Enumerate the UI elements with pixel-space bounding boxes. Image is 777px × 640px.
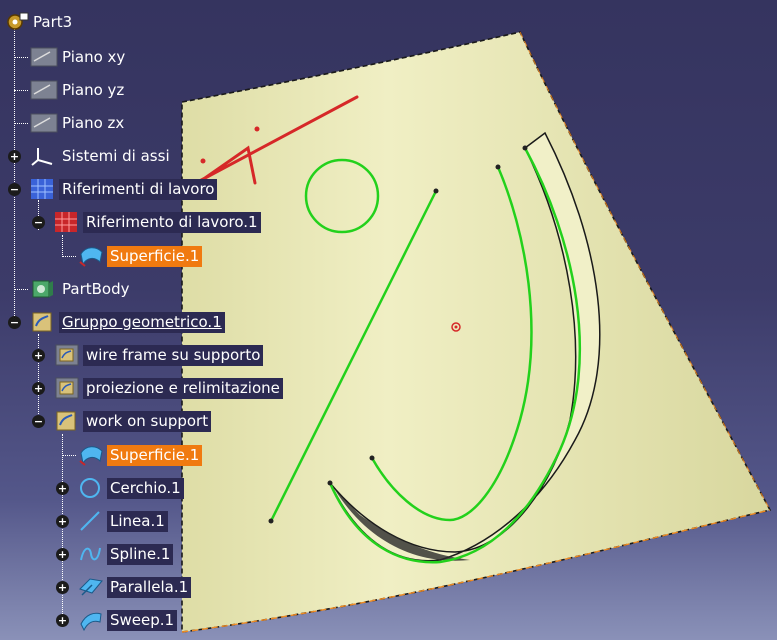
expand-toggle[interactable]: + bbox=[56, 614, 69, 627]
part-body-icon bbox=[30, 277, 56, 301]
tree-connector bbox=[14, 28, 15, 320]
plane-icon bbox=[30, 111, 58, 135]
tree-item-label: Superficie.1 bbox=[107, 444, 203, 466]
origin-marker-dot bbox=[454, 325, 458, 329]
tree-item-riferimenti-di-lavoro[interactable]: Riferimenti di lavoro bbox=[30, 177, 218, 201]
tree-item-label: Riferimento di lavoro.1 bbox=[83, 211, 261, 233]
work-grid-icon bbox=[54, 210, 80, 234]
tree-item-label: PartBody bbox=[62, 279, 130, 298]
tree-connector bbox=[14, 289, 28, 290]
point-marker bbox=[522, 145, 528, 151]
tree-item-label: Sistemi di assi bbox=[62, 146, 170, 165]
tree-connector bbox=[14, 57, 28, 58]
plane-icon bbox=[30, 45, 58, 69]
tree-connector bbox=[62, 455, 76, 456]
tree-item-cerchio-1[interactable]: Cerchio.1 bbox=[78, 476, 184, 500]
tree-connector bbox=[14, 90, 28, 91]
tree-item-superficie-1-ref[interactable]: Superficie.1 bbox=[78, 244, 203, 268]
tree-item-label: Piano zx bbox=[62, 113, 125, 132]
tree-item-label: work on support bbox=[83, 410, 212, 432]
expand-toggle[interactable]: + bbox=[8, 150, 21, 163]
surface-icon bbox=[78, 443, 104, 467]
tree-item-label: Parallela.1 bbox=[107, 576, 192, 598]
point-marker bbox=[369, 455, 375, 461]
work-references-icon bbox=[30, 177, 56, 201]
tree-item-label: Piano xy bbox=[62, 47, 126, 66]
point-marker bbox=[327, 480, 333, 486]
expand-toggle[interactable]: + bbox=[56, 515, 69, 528]
tree-item-sweep-1[interactable]: Sweep.1 bbox=[78, 608, 178, 632]
tree-item-piano-xy[interactable]: Piano xy bbox=[30, 45, 128, 69]
geometrical-set-icon bbox=[54, 409, 80, 433]
specification-tree: Part3 Piano xy Piano yz Piano zx + Siste… bbox=[0, 0, 300, 640]
tree-item-label: Superficie.1 bbox=[107, 245, 203, 267]
tree-item-parallela-1[interactable]: Parallela.1 bbox=[78, 575, 192, 599]
tree-item-piano-zx[interactable]: Piano zx bbox=[30, 111, 127, 135]
expand-toggle[interactable]: + bbox=[56, 548, 69, 561]
tree-item-linea-1[interactable]: Linea.1 bbox=[78, 509, 168, 533]
tree-root-label: Part3 bbox=[33, 12, 73, 31]
tree-item-label: Riferimenti di lavoro bbox=[59, 178, 218, 200]
tree-item-label: Linea.1 bbox=[107, 510, 168, 532]
point-marker bbox=[495, 164, 501, 170]
tree-item-work-on-support[interactable]: work on support bbox=[54, 409, 212, 433]
collapse-toggle[interactable]: − bbox=[8, 183, 21, 196]
tree-item-label: Cerchio.1 bbox=[107, 477, 184, 499]
expand-toggle[interactable]: + bbox=[32, 382, 45, 395]
tree-item-riferimento-di-lavoro-1[interactable]: Riferimento di lavoro.1 bbox=[54, 210, 261, 234]
tree-item-sistemi-di-assi[interactable]: Sistemi di assi bbox=[30, 144, 173, 168]
geometrical-set-icon bbox=[30, 310, 56, 334]
geometrical-set-icon bbox=[54, 376, 80, 400]
tree-item-superficie-1[interactable]: Superficie.1 bbox=[78, 443, 203, 467]
expand-toggle[interactable]: + bbox=[56, 482, 69, 495]
tree-item-partbody[interactable]: PartBody bbox=[30, 277, 132, 301]
tree-item-label: proiezione e relimitazione bbox=[83, 377, 283, 399]
part-icon bbox=[4, 10, 30, 34]
tree-root[interactable]: Part3 bbox=[4, 10, 75, 34]
tree-item-wire-frame-su-supporto[interactable]: wire frame su supporto bbox=[54, 343, 264, 367]
spline-icon bbox=[78, 542, 104, 566]
tree-item-proiezione-e-relimitazione[interactable]: proiezione e relimitazione bbox=[54, 376, 283, 400]
axis-system-icon bbox=[30, 144, 56, 168]
collapse-toggle[interactable]: − bbox=[8, 316, 21, 329]
tree-item-gruppo-geometrico-1[interactable]: Gruppo geometrico.1 bbox=[30, 310, 225, 334]
tree-item-label: Sweep.1 bbox=[107, 609, 178, 631]
tree-item-label: Spline.1 bbox=[107, 543, 174, 565]
tree-item-piano-yz[interactable]: Piano yz bbox=[30, 78, 127, 102]
tree-item-label: wire frame su supporto bbox=[83, 344, 264, 366]
tree-item-label: Gruppo geometrico.1 bbox=[59, 311, 225, 333]
tree-connector bbox=[14, 123, 28, 124]
collapse-toggle[interactable]: − bbox=[32, 216, 45, 229]
sweep-icon bbox=[78, 608, 104, 632]
tree-item-spline-1[interactable]: Spline.1 bbox=[78, 542, 174, 566]
point-marker bbox=[433, 188, 439, 194]
tree-connector bbox=[62, 256, 76, 257]
line-icon bbox=[78, 509, 104, 533]
tree-item-label: Piano yz bbox=[62, 80, 125, 99]
geometrical-set-icon bbox=[54, 343, 80, 367]
plane-icon bbox=[30, 78, 58, 102]
expand-toggle[interactable]: + bbox=[32, 349, 45, 362]
tree-connector bbox=[38, 334, 39, 422]
parallel-icon bbox=[78, 575, 104, 599]
circle-icon bbox=[78, 476, 104, 500]
collapse-toggle[interactable]: − bbox=[32, 415, 45, 428]
expand-toggle[interactable]: + bbox=[56, 581, 69, 594]
tree-connector bbox=[62, 235, 63, 257]
surface-icon bbox=[78, 244, 104, 268]
